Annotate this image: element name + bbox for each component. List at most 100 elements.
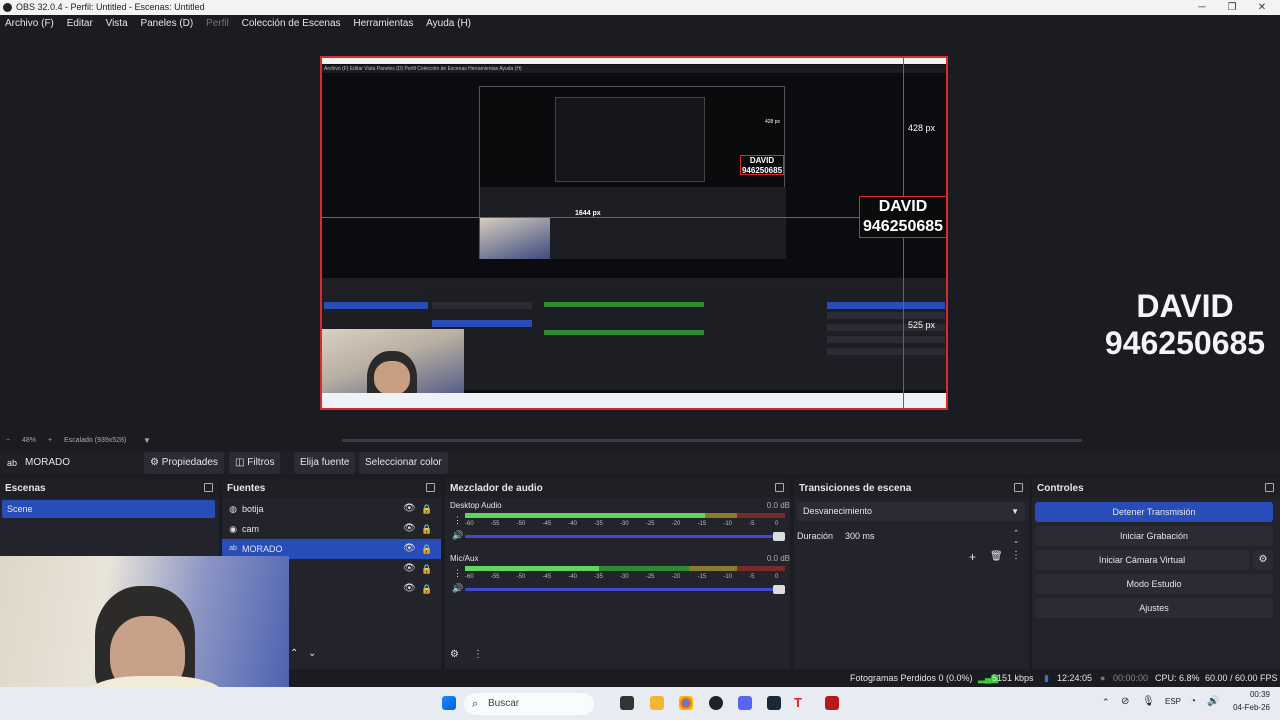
maximize-button[interactable]: ❐	[1218, 0, 1246, 15]
move-down-icon[interactable]: ⌄	[308, 648, 316, 659]
file-explorer-icon[interactable]	[650, 696, 664, 710]
speaker-icon[interactable]: 🔊	[452, 530, 463, 541]
task-view-icon[interactable]	[620, 696, 634, 710]
chrome-icon[interactable]	[679, 696, 693, 710]
scaling-label: Escalado (939x528)	[64, 437, 127, 444]
clock-time[interactable]: 00:39	[1226, 690, 1270, 699]
app-red-icon[interactable]	[825, 696, 839, 710]
zoom-out-button[interactable]: −	[6, 434, 10, 447]
menu-tools[interactable]: Herramientas	[348, 15, 418, 32]
clock-date[interactable]: 04-Feb-26	[1218, 703, 1270, 712]
preview-scrollbar[interactable]	[342, 439, 1082, 442]
speaker-icon[interactable]: 🔊	[452, 583, 463, 594]
filter-icon: ◫	[235, 457, 245, 468]
trash-icon[interactable]: 🗑	[990, 551, 1003, 562]
meter-tick-label: -10	[723, 521, 732, 527]
filters-button[interactable]: ◫ Filtros	[229, 452, 281, 474]
minimize-button[interactable]: ─	[1188, 0, 1216, 15]
start-virtual-camera-button[interactable]: Iniciar Cámara Virtual	[1035, 550, 1249, 570]
lock-icon[interactable]: 🔒	[421, 503, 432, 515]
discord-icon[interactable]	[738, 696, 752, 710]
menu-scene-collection[interactable]: Colección de Escenas	[237, 15, 346, 32]
menu-profile[interactable]: Perfil	[201, 15, 234, 32]
volume-slider[interactable]	[465, 585, 785, 594]
start-recording-button[interactable]: Iniciar Grabación	[1035, 526, 1273, 546]
virtual-camera-settings-icon[interactable]: ⚙	[1253, 550, 1273, 570]
wifi-icon[interactable]: ◔	[1190, 696, 1196, 707]
nested-taskbar	[322, 393, 946, 408]
transitions-dock: Transiciones de escena Desvanecimiento ▼…	[794, 479, 1029, 669]
text-editor-icon[interactable]: T	[794, 696, 808, 710]
dock-undock-icon[interactable]	[426, 483, 435, 492]
source-row-botija[interactable]: ◍ botija 👁 🔒	[222, 499, 441, 519]
transition-menu-icon[interactable]: ⋮	[1011, 550, 1021, 561]
settings-button[interactable]: Ajustes	[1035, 598, 1273, 618]
kebab-menu-icon[interactable]: ⋮	[453, 568, 462, 579]
mixer-settings-icon[interactable]: ⚙	[450, 649, 459, 660]
lock-icon[interactable]: 🔒	[421, 563, 432, 575]
taskbar-search[interactable]: ⌕ Buscar	[464, 693, 594, 715]
menu-edit[interactable]: Editar	[62, 15, 98, 32]
meter-tick-label: -25	[645, 574, 655, 580]
meter-level	[465, 566, 600, 571]
dock-undock-icon[interactable]	[204, 483, 213, 492]
close-button[interactable]: ✕	[1248, 0, 1276, 15]
record-time: 00:00:00	[1113, 673, 1149, 683]
tray-chevron-icon[interactable]: ⌃	[1102, 697, 1110, 708]
nested-preview[interactable]: Archivo (F) Editar Vista Paneles (D) Per…	[320, 56, 948, 410]
overlay-number: 946250685	[1104, 325, 1266, 361]
search-icon: ⌕	[472, 698, 479, 710]
dock-undock-icon[interactable]	[1014, 483, 1023, 492]
steam-icon[interactable]	[767, 696, 781, 710]
dock-undock-icon[interactable]	[1265, 483, 1274, 492]
zoom-in-button[interactable]: +	[48, 434, 52, 447]
meter-tick-label: -40	[568, 574, 577, 580]
mixer-menu-icon[interactable]: ⋮	[473, 649, 483, 660]
language-indicator[interactable]: ESP	[1165, 697, 1181, 706]
visibility-eye-icon[interactable]: 👁	[403, 503, 416, 515]
dock-undock-icon[interactable]	[775, 483, 784, 492]
lock-icon[interactable]: 🔒	[421, 543, 432, 555]
menu-view[interactable]: Vista	[101, 15, 133, 32]
nested-menu-bar: Archivo (F) Editar Vista Paneles (D) Per…	[322, 65, 946, 73]
transition-select[interactable]: Desvanecimiento ▼	[797, 502, 1025, 521]
studio-mode-button[interactable]: Modo Estudio	[1035, 574, 1273, 594]
text-icon: ab	[229, 545, 237, 552]
scaling-dropdown-icon[interactable]: ▼	[143, 434, 151, 447]
menu-file[interactable]: Archivo (F)	[0, 15, 59, 32]
windows-start-icon[interactable]	[442, 696, 456, 710]
volume-slider[interactable]	[465, 532, 785, 541]
overlay-text-morado[interactable]: DAVID 946250685	[1090, 288, 1280, 362]
properties-button[interactable]: ⚙ Propiedades	[144, 452, 224, 474]
duration-spinbox[interactable]: 300 ms ⌃ ⌄	[839, 528, 1025, 545]
title-bar: OBS 32.0.4 - Perfil: Untitled - Escenas:…	[0, 0, 1280, 15]
menu-docks[interactable]: Paneles (D)	[135, 15, 198, 32]
volume-meter	[465, 566, 785, 571]
microphone-icon[interactable]: 🎙	[1142, 696, 1155, 707]
visibility-eye-icon[interactable]: 👁	[403, 583, 416, 595]
measure-right-label: 525 px	[908, 320, 936, 330]
move-up-icon[interactable]: ⌃	[290, 648, 298, 659]
network-icon[interactable]: ⊘	[1121, 696, 1129, 707]
nested-inner-preview: DAVID 946250685 428 px 1644 px	[479, 86, 786, 259]
menu-help[interactable]: Ayuda (H)	[421, 15, 476, 32]
pick-color-button[interactable]: Seleccionar color	[359, 452, 448, 474]
visibility-eye-icon[interactable]: 👁	[403, 563, 416, 575]
spin-down-icon[interactable]: ⌄	[1013, 533, 1019, 550]
stop-streaming-button[interactable]: Detener Transmisión	[1035, 502, 1273, 522]
add-transition-icon[interactable]: +	[969, 550, 976, 564]
source-row-cam[interactable]: ◉ cam 👁 🔒	[222, 519, 441, 539]
visibility-eye-icon[interactable]: 👁	[403, 523, 416, 535]
lock-icon[interactable]: 🔒	[421, 583, 432, 595]
menu-bar: Archivo (F) Editar Vista Paneles (D) Per…	[0, 15, 1280, 32]
nested-title-bar	[322, 58, 946, 64]
globe-icon: ◍	[229, 504, 237, 514]
meter-tick-label: -25	[645, 521, 655, 527]
obs-taskbar-icon[interactable]	[709, 696, 723, 710]
nested-inner-name: DAVID	[749, 156, 775, 165]
visibility-eye-icon[interactable]: 👁	[403, 543, 416, 555]
pick-source-button[interactable]: Elija fuente	[294, 452, 356, 474]
scene-item[interactable]: Scene	[2, 500, 215, 518]
kebab-menu-icon[interactable]: ⋮	[453, 515, 462, 526]
lock-icon[interactable]: 🔒	[421, 523, 432, 535]
